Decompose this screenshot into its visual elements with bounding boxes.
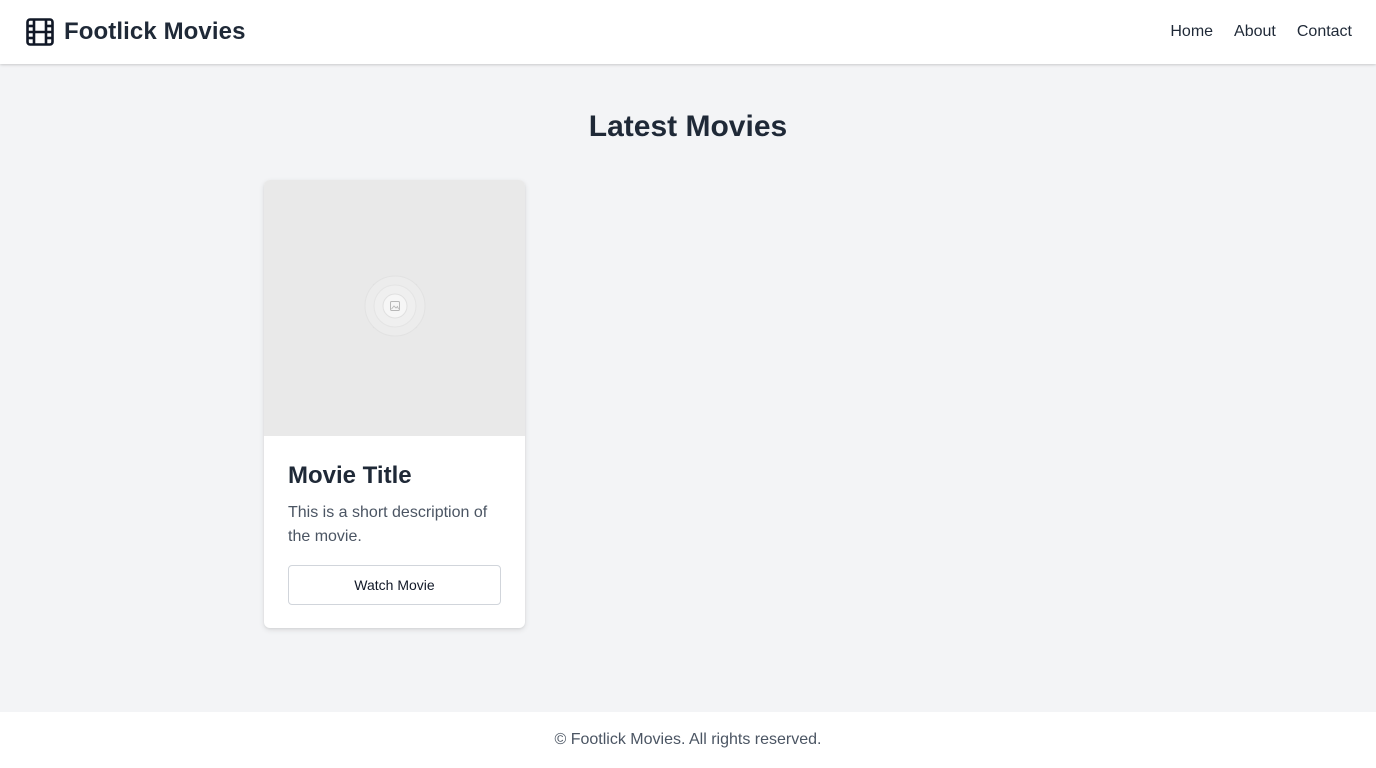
main-content: Latest Movies Movie Title This is a shor…	[0, 64, 1376, 712]
nav-link-contact[interactable]: Contact	[1297, 23, 1352, 41]
image-placeholder-icon	[355, 266, 435, 351]
nav-link-home[interactable]: Home	[1170, 23, 1213, 41]
main-nav: Home About Contact	[1170, 23, 1352, 41]
movie-card-body: Movie Title This is a short description …	[264, 436, 525, 628]
page-title: Latest Movies	[588, 110, 788, 143]
brand-name: Footlick Movies	[64, 18, 246, 45]
nav-link-about[interactable]: About	[1234, 23, 1276, 41]
movie-card: Movie Title This is a short description …	[264, 180, 525, 628]
footer-copyright: © Footlick Movies. All rights reserved.	[554, 731, 822, 748]
movie-description: This is a short description of the movie…	[288, 504, 488, 545]
site-header: Footlick Movies Home About Contact	[0, 0, 1376, 64]
film-icon	[26, 18, 54, 46]
watch-movie-button[interactable]: Watch Movie	[288, 565, 501, 605]
brand[interactable]: Footlick Movies	[26, 18, 246, 46]
movie-title: Movie Title	[288, 462, 412, 489]
site-footer: © Footlick Movies. All rights reserved.	[0, 712, 1376, 768]
movie-thumbnail	[264, 180, 525, 436]
